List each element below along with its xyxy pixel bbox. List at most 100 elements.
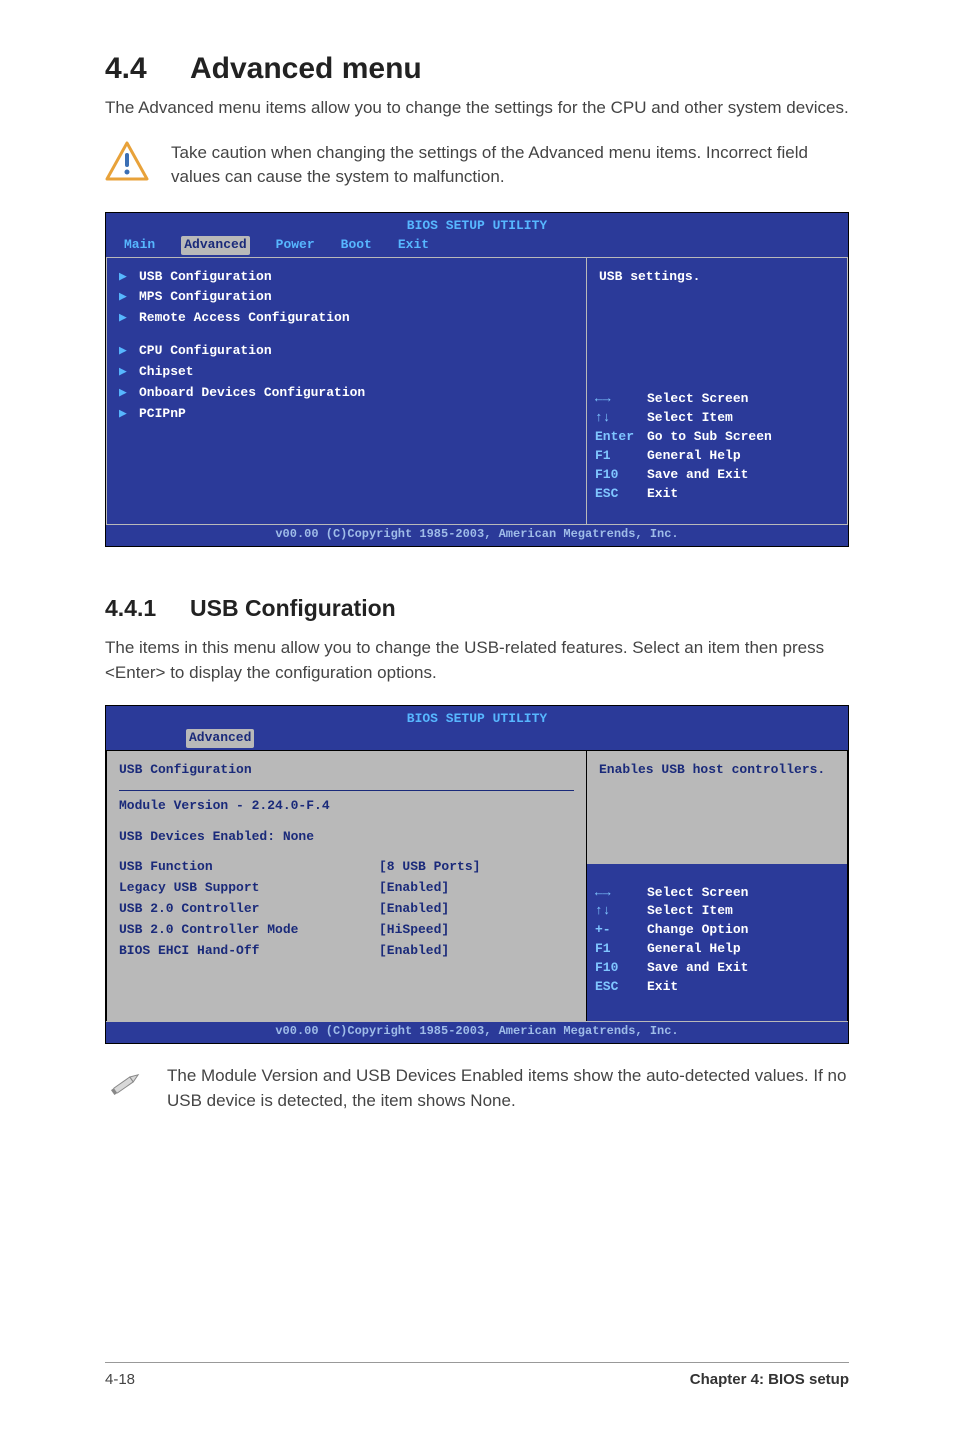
subsection-number: 4.4.1 [105, 595, 190, 622]
bios-item[interactable]: ▶Chipset [119, 363, 574, 382]
key-desc: Save and Exit [647, 959, 748, 978]
submenu-arrow-icon: ▶ [119, 268, 129, 287]
note-callout: The Module Version and USB Devices Enabl… [105, 1064, 849, 1113]
subsection-title-text: USB Configuration [190, 595, 396, 621]
bios-item-label: PCIPnP [139, 405, 186, 424]
bios-setting-row[interactable]: BIOS EHCI Hand-Off[Enabled] [119, 942, 574, 961]
bios-screen-advanced: BIOS SETUP UTILITY Main Advanced Power B… [105, 212, 849, 547]
key-desc: Exit [647, 978, 678, 997]
bios-screen-usb: BIOS SETUP UTILITY Advanced USB Configur… [105, 705, 849, 1044]
warning-icon [105, 141, 149, 181]
setting-value: [Enabled] [379, 942, 449, 961]
key-row: F1General Help [595, 940, 839, 959]
bios-title: BIOS SETUP UTILITY [106, 706, 848, 729]
key-desc: General Help [647, 940, 741, 959]
submenu-arrow-icon: ▶ [119, 384, 129, 403]
key: F10 [595, 959, 643, 978]
bios-title: BIOS SETUP UTILITY [106, 213, 848, 236]
bios-menu-list: ▶ USB Configuration ▶ MPS Configuration ▶ R… [106, 258, 587, 524]
page-number: 4-18 [105, 1371, 135, 1388]
key: ↑↓ [595, 409, 643, 428]
bios-tab-advanced[interactable]: Advanced [181, 236, 249, 255]
bios-key-legend: ←→Select Screen ↑↓Select Item EnterGo to… [587, 377, 847, 523]
bios-item-label: Remote Access Configuration [139, 309, 350, 328]
pencil-note-icon [105, 1064, 145, 1104]
key: ↑↓ [595, 902, 643, 921]
bios-setting-row[interactable]: USB 2.0 Controller Mode[HiSpeed] [119, 921, 574, 940]
key-row: ESCExit [595, 485, 839, 504]
setting-value: [Enabled] [379, 879, 449, 898]
setting-value: [Enabled] [379, 900, 449, 919]
key: +- [595, 921, 643, 940]
page-footer: 4-18 Chapter 4: BIOS setup [105, 1362, 849, 1388]
bios-tab-bar: Main Advanced Power Boot Exit [106, 236, 848, 257]
bios-item[interactable]: ▶ Remote Access Configuration [119, 309, 574, 328]
setting-value: [HiSpeed] [379, 921, 449, 940]
key: ESC [595, 978, 643, 997]
key-desc: Change Option [647, 921, 748, 940]
key-row: ↑↓Select Item [595, 409, 839, 428]
bios-item[interactable]: ▶ USB Configuration [119, 268, 574, 287]
bios-setting-row[interactable]: USB 2.0 Controller[Enabled] [119, 900, 574, 919]
chapter-label: Chapter 4: BIOS setup [690, 1371, 849, 1388]
bios-key-legend: ←→Select Screen ↑↓Select Item +-Change O… [587, 864, 847, 1020]
bios-tab-exit[interactable]: Exit [398, 236, 429, 255]
bios-help-text: Enables USB host controllers. [587, 751, 847, 864]
key-desc: Save and Exit [647, 466, 748, 485]
bios-setting-row[interactable]: USB Function[8 USB Ports] [119, 858, 574, 877]
key-row: ESCExit [595, 978, 839, 997]
submenu-arrow-icon: ▶ [119, 309, 129, 328]
key-row: F10Save and Exit [595, 466, 839, 485]
setting-label: USB Function [119, 858, 379, 877]
bios-item[interactable]: ▶ PCIPnP [119, 405, 574, 424]
key-row: ←→Select Screen [595, 390, 839, 409]
bios-tab-power[interactable]: Power [276, 236, 315, 255]
key: F1 [595, 447, 643, 466]
key-desc: Select Screen [647, 390, 748, 409]
key-row: +-Change Option [595, 921, 839, 940]
key: Enter [595, 428, 643, 447]
bios-usb-panel: USB Configuration Module Version - 2.24.… [106, 751, 587, 1021]
key-row: F1General Help [595, 447, 839, 466]
key: ←→ [595, 390, 643, 409]
submenu-arrow-icon: ▶ [119, 405, 129, 424]
key-desc: Exit [647, 485, 678, 504]
bios-item-label: Onboard Devices Configuration [139, 384, 365, 403]
subsection-paragraph: The items in this menu allow you to chan… [105, 636, 849, 685]
bios-help-text: USB settings. [587, 258, 847, 378]
key-row: ←→Select Screen [595, 884, 839, 903]
setting-label: USB 2.0 Controller Mode [119, 921, 379, 940]
submenu-arrow-icon: ▶ [119, 288, 129, 307]
bios-item-label: CPU Configuration [139, 342, 272, 361]
note-text: The Module Version and USB Devices Enabl… [167, 1064, 849, 1113]
key-row: ↑↓Select Item [595, 902, 839, 921]
key-desc: Go to Sub Screen [647, 428, 772, 447]
bios-item[interactable]: ▶ CPU Configuration [119, 342, 574, 361]
key-desc: Select Screen [647, 884, 748, 903]
bios-copyright: v00.00 (C)Copyright 1985-2003, American … [106, 524, 848, 546]
setting-value: [8 USB Ports] [379, 858, 480, 877]
setting-label: Legacy USB Support [119, 879, 379, 898]
bios-item-label: USB Configuration [139, 268, 272, 287]
key: ←→ [595, 884, 643, 903]
bios-devices-enabled: USB Devices Enabled: None [119, 828, 574, 847]
caution-text: Take caution when changing the settings … [171, 141, 849, 190]
bios-tab-bar: Advanced [106, 729, 848, 750]
bios-tab-main[interactable]: Main [124, 236, 155, 255]
key: F1 [595, 940, 643, 959]
bios-tab-boot[interactable]: Boot [341, 236, 372, 255]
bios-item-label: Chipset [139, 363, 194, 382]
bios-item[interactable]: ▶ MPS Configuration [119, 288, 574, 307]
section-heading: 4.4Advanced menu [105, 52, 849, 86]
bios-tab-advanced[interactable]: Advanced [186, 729, 254, 748]
bios-setting-row[interactable]: Legacy USB Support[Enabled] [119, 879, 574, 898]
key-row: EnterGo to Sub Screen [595, 428, 839, 447]
bios-item-label: MPS Configuration [139, 288, 272, 307]
key-desc: General Help [647, 447, 741, 466]
subsection-heading: 4.4.1USB Configuration [105, 595, 849, 622]
section-title-text: Advanced menu [190, 52, 422, 85]
bios-copyright: v00.00 (C)Copyright 1985-2003, American … [106, 1021, 848, 1043]
submenu-arrow-icon: ▶ [119, 342, 129, 361]
bios-item[interactable]: ▶ Onboard Devices Configuration [119, 384, 574, 403]
key-desc: Select Item [647, 409, 733, 428]
